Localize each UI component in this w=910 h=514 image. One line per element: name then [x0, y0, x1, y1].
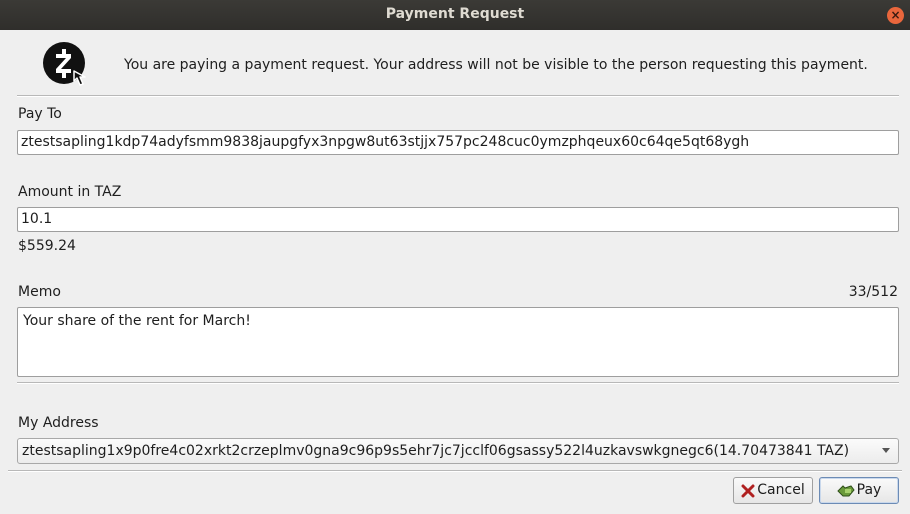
cancel-button-label: Cancel [757, 482, 805, 498]
cancel-icon [741, 484, 755, 497]
info-message: You are paying a payment request. Your a… [124, 57, 868, 73]
pay-button[interactable]: Pay [819, 477, 899, 504]
memo-label: Memo [18, 284, 61, 300]
pay-to-label: Pay To [18, 106, 62, 122]
fiat-amount: $559.24 [18, 238, 76, 254]
pay-button-label: Pay [856, 482, 882, 498]
cancel-button[interactable]: Cancel [733, 477, 813, 504]
close-icon[interactable]: × [887, 7, 904, 24]
money-icon [836, 484, 855, 496]
zcash-pay-icon [43, 42, 86, 86]
chevron-down-icon [882, 448, 890, 453]
pay-to-field[interactable]: ztestsapling1kdp74adyfsmm9838jaupgfyx3np… [17, 130, 899, 155]
amount-field[interactable]: 10.1 [17, 207, 899, 232]
divider [8, 470, 902, 472]
memo-char-count: 33/512 [848, 284, 898, 300]
my-address-select[interactable]: ztestsapling1x9p0fre4c02xrkt2crzeplmv0gn… [17, 438, 899, 464]
my-address-selected: ztestsapling1x9p0fre4c02xrkt2crzeplmv0gn… [22, 443, 850, 459]
amount-label: Amount in TAZ [18, 184, 122, 200]
title-bar: Payment Request × [0, 0, 910, 30]
divider [17, 95, 899, 97]
window-title: Payment Request [385, 6, 525, 22]
divider [17, 382, 899, 384]
memo-field[interactable]: Your share of the rent for March! [17, 307, 899, 377]
my-address-label: My Address [18, 415, 99, 431]
